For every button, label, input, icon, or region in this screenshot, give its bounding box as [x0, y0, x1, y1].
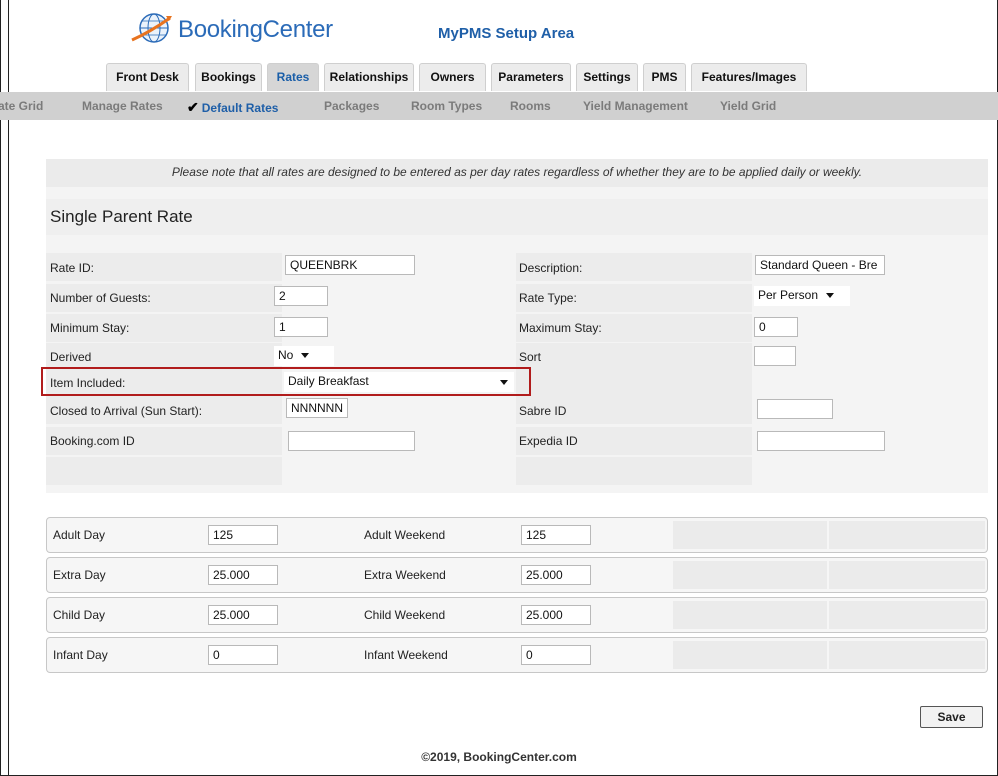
booking-id-label: Booking.com ID: [50, 434, 135, 448]
amount-row: Infant Day 0 Infant Weekend 0: [46, 637, 988, 673]
derived-value: No: [278, 348, 294, 362]
form-row: Number of Guests: 2 Rate Type: Per Perso…: [46, 284, 988, 312]
guests-label: Number of Guests:: [50, 291, 151, 305]
min-stay-label: Minimum Stay:: [50, 321, 130, 335]
tab-features-images[interactable]: Features/Images: [691, 63, 807, 91]
rate-title: Single Parent Rate: [50, 207, 193, 226]
tab-pms[interactable]: PMS: [643, 63, 686, 91]
derived-select[interactable]: No: [274, 346, 334, 366]
infant-weekend-input[interactable]: 0: [521, 645, 591, 665]
notice-text: Please note that all rates are designed …: [46, 159, 988, 187]
extra-weekend-input[interactable]: 25.000: [521, 565, 591, 585]
chevron-down-icon: [301, 353, 310, 359]
globe-icon: [131, 13, 172, 43]
rate-form-panel: Please note that all rates are designed …: [46, 159, 988, 493]
adult-day-label: Adult Day: [53, 528, 106, 542]
amount-row: Child Day 25.000 Child Weekend 25.000: [46, 597, 988, 633]
max-stay-input[interactable]: 0: [754, 317, 798, 337]
form-row: Minimum Stay: 1 Maximum Stay: 0: [46, 314, 988, 342]
logo-text: BookingCenter: [178, 16, 333, 43]
adult-weekend-input[interactable]: 125: [521, 525, 591, 545]
tab-relationships[interactable]: Relationships: [324, 63, 414, 91]
tab-owners[interactable]: Owners: [419, 63, 486, 91]
infant-day-input[interactable]: 0: [208, 645, 278, 665]
rate-type-label: Rate Type:: [519, 291, 577, 305]
expedia-id-input[interactable]: [757, 431, 885, 451]
guests-input[interactable]: 2: [274, 286, 328, 306]
closed-arrival-input[interactable]: NNNNNN: [286, 398, 348, 418]
infant-day-label: Infant Day: [53, 648, 108, 662]
main-tabs: Front Desk Bookings Rates Relationships …: [0, 62, 998, 92]
amount-row: Extra Day 25.000 Extra Weekend 25.000: [46, 557, 988, 593]
checkmark-icon: ✔: [187, 99, 199, 115]
tab-parameters[interactable]: Parameters: [491, 63, 571, 91]
logo: BookingCenter: [130, 10, 333, 50]
item-included-highlight: [41, 367, 531, 396]
subnav-room-types[interactable]: Room Types: [411, 99, 482, 113]
sabre-id-label: Sabre ID: [519, 404, 567, 418]
rate-id-label: Rate ID:: [50, 261, 95, 275]
save-button[interactable]: Save: [920, 706, 983, 728]
extra-day-label: Extra Day: [53, 568, 106, 582]
tab-front-desk[interactable]: Front Desk: [106, 63, 189, 91]
sub-navigation: ate Grid Manage Rates ✔ Default Rates Pac…: [0, 92, 998, 120]
closed-arrival-label: Closed to Arrival (Sun Start):: [50, 404, 203, 418]
form-row: Rate ID: QUEENBRK Description: Standard …: [46, 253, 988, 281]
max-stay-label: Maximum Stay:: [519, 321, 602, 335]
adult-day-input[interactable]: 125: [208, 525, 278, 545]
extra-weekend-label: Extra Weekend: [364, 568, 446, 582]
child-weekend-label: Child Weekend: [364, 608, 446, 622]
rate-type-select[interactable]: Per Person: [754, 286, 850, 306]
subnav-yield-management[interactable]: Yield Management: [583, 99, 688, 113]
extra-day-input[interactable]: 25.000: [208, 565, 278, 585]
infant-weekend-label: Infant Weekend: [364, 648, 448, 662]
footer-copyright: ©2019, BookingCenter.com: [421, 750, 577, 764]
subnav-packages[interactable]: Packages: [324, 99, 379, 113]
amount-row: Adult Day 125 Adult Weekend 125: [46, 517, 988, 553]
sort-input[interactable]: [754, 346, 796, 366]
child-day-input[interactable]: 25.000: [208, 605, 278, 625]
app-title: MyPMS Setup Area: [438, 25, 575, 42]
derived-label: Derived: [50, 350, 92, 364]
tab-rates[interactable]: Rates: [267, 63, 319, 91]
tab-settings[interactable]: Settings: [576, 63, 638, 91]
description-input[interactable]: Standard Queen - Bre: [755, 255, 885, 275]
booking-id-input[interactable]: [288, 431, 415, 451]
subnav-default-rates[interactable]: ✔ Default Rates: [187, 99, 278, 116]
sabre-id-input[interactable]: [757, 399, 833, 419]
adult-weekend-label: Adult Weekend: [364, 528, 446, 542]
subnav-rate-grid[interactable]: ate Grid: [0, 99, 43, 113]
form-row-empty: [46, 457, 988, 485]
subnav-default-rates-label: Default Rates: [201, 101, 279, 115]
chevron-down-icon: [826, 293, 835, 299]
subnav-yield-grid[interactable]: Yield Grid: [720, 99, 776, 113]
form-row: Booking.com ID Expedia ID: [46, 427, 988, 455]
child-weekend-input[interactable]: 25.000: [521, 605, 591, 625]
min-stay-input[interactable]: 1: [274, 317, 328, 337]
description-label: Description:: [519, 261, 583, 275]
child-day-label: Child Day: [53, 608, 106, 622]
rate-type-value: Per Person: [758, 288, 819, 302]
form-row: Closed to Arrival (Sun Start): NNNNNN Sa…: [46, 396, 988, 424]
tab-bookings[interactable]: Bookings: [195, 63, 262, 91]
subnav-rooms[interactable]: Rooms: [510, 99, 551, 113]
rate-id-input[interactable]: QUEENBRK: [285, 255, 415, 275]
expedia-id-label: Expedia ID: [519, 434, 578, 448]
subnav-manage-rates[interactable]: Manage Rates: [82, 99, 163, 113]
sort-label: Sort: [519, 350, 542, 364]
